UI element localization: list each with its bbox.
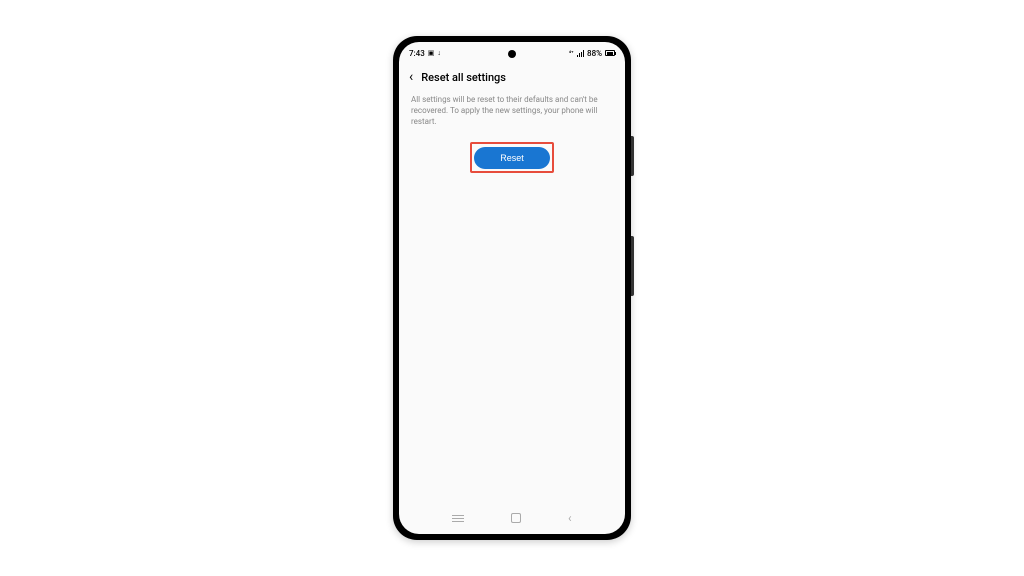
signal-icon: [577, 50, 585, 57]
camera-icon: ▣: [428, 49, 435, 57]
reset-button-container: Reset: [399, 142, 625, 173]
highlight-box: Reset: [470, 142, 554, 173]
battery-icon: [605, 50, 615, 56]
reset-button[interactable]: Reset: [474, 147, 550, 169]
page-header: ‹ Reset all settings: [399, 64, 625, 90]
nav-bar: ‹: [399, 506, 625, 534]
status-left: 7:43 ▣ ↓: [409, 49, 441, 58]
page-title: Reset all settings: [421, 71, 506, 84]
camera-hole: [508, 50, 516, 58]
phone-frame: 7:43 ▣ ↓ ⁴⁺ 88% ‹ Reset all settings All…: [393, 36, 631, 540]
status-right: ⁴⁺ 88%: [569, 49, 615, 58]
status-time: 7:43: [409, 49, 425, 58]
download-icon: ↓: [437, 49, 441, 57]
back-icon[interactable]: ‹: [409, 70, 413, 84]
description-text: All settings will be reset to their defa…: [399, 90, 625, 142]
battery-percent: 88%: [587, 49, 602, 58]
phone-screen: 7:43 ▣ ↓ ⁴⁺ 88% ‹ Reset all settings All…: [399, 42, 625, 534]
recent-apps-icon: [452, 518, 464, 519]
nav-back-button[interactable]: ‹: [568, 511, 572, 525]
nav-recent-button[interactable]: [452, 518, 464, 519]
chevron-left-icon: ‹: [568, 511, 572, 525]
home-icon: [511, 513, 521, 523]
nav-home-button[interactable]: [511, 513, 521, 523]
network-label: ⁴⁺: [569, 50, 574, 57]
